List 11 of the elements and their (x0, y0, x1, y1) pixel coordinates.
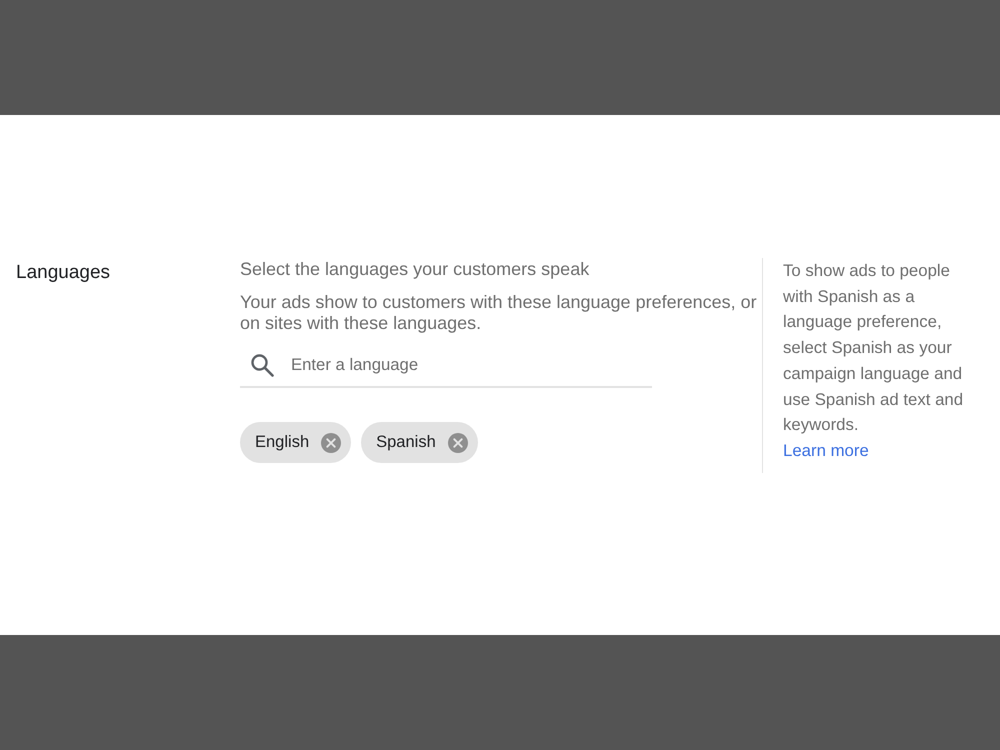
search-icon (250, 353, 274, 377)
setting-label: Languages (16, 261, 110, 285)
description-text: Your ads show to customers with these language preferences, or on sites with these languages. (240, 292, 758, 334)
remove-icon[interactable] (321, 432, 342, 452)
language-search-field[interactable]: Enter a language (240, 344, 652, 388)
learn-more-link[interactable]: Learn more (783, 440, 869, 460)
help-text: To show ads to people with Spanish as a language preference, select Spanish as your campaign language and use Spanish ad text and keywords. (783, 260, 964, 436)
chip-label: Spanish (376, 432, 436, 454)
chip-label: English (255, 432, 310, 454)
remove-icon[interactable] (448, 432, 468, 452)
prompt-text: Select the languages your customers speak (240, 258, 590, 280)
